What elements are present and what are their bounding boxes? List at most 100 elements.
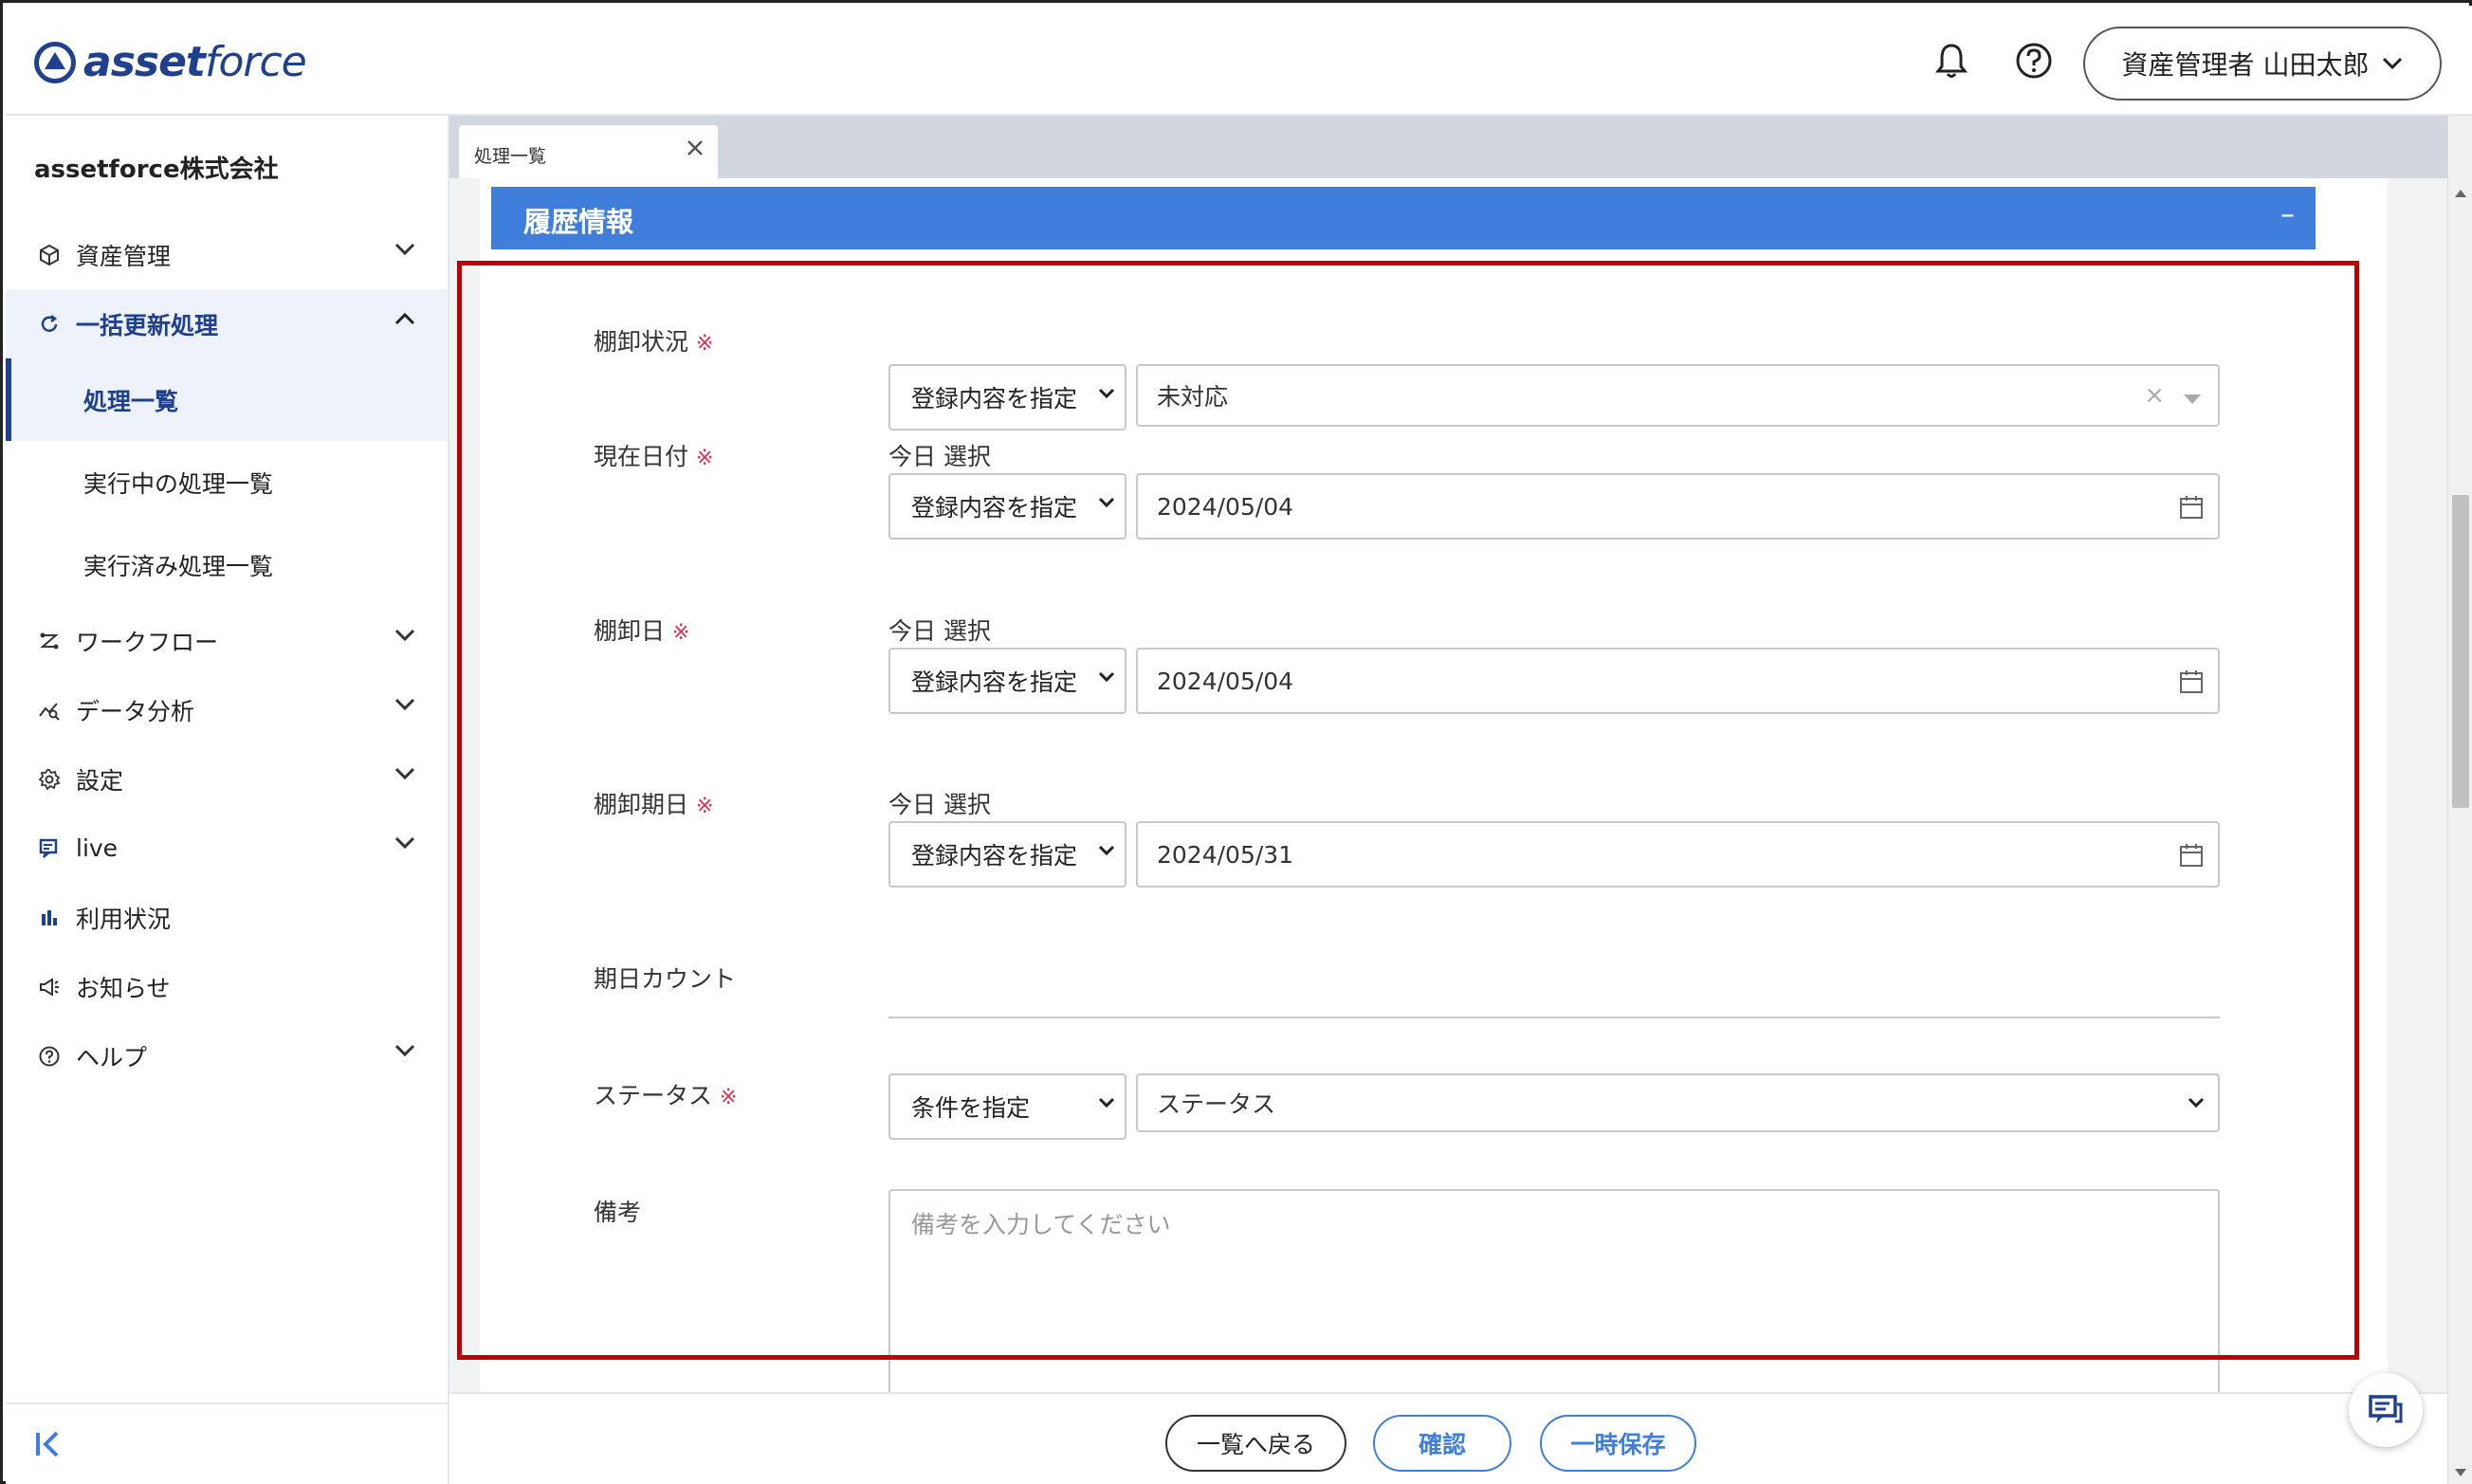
sidebar-item-live[interactable]: live	[6, 814, 448, 883]
sidebar-item-usage[interactable]: 利用状況	[6, 883, 448, 952]
gear-icon	[36, 766, 63, 793]
temporary-save-button[interactable]: 一時保存	[1540, 1415, 1696, 1472]
section-header-history: 履歴情報 –	[491, 187, 2316, 249]
label-text: 棚卸状況	[594, 328, 689, 356]
sidebar-item-label: 利用状況	[76, 905, 172, 933]
main-area: 処理一覧 履歴情報 – 棚卸状況 ※ 登録内容を指定 未対応 × 現在日付 ※ …	[449, 116, 2447, 1484]
workflow-icon	[36, 628, 63, 654]
today-select-links: 今日 選択	[888, 613, 991, 647]
chevron-up-icon	[394, 312, 415, 325]
sidebar-subitem-completed-list[interactable]: 実行済み処理一覧	[6, 523, 448, 606]
chat-icon	[2369, 1395, 2403, 1423]
chevron-down-icon	[1098, 388, 1115, 399]
sidebar-item-label: ヘルプ	[76, 1043, 148, 1072]
company-name: assetforce株式会社	[34, 156, 279, 184]
today-link[interactable]: 今日	[888, 617, 936, 645]
sidebar-item-asset-management[interactable]: 資産管理	[6, 220, 448, 289]
logo-mark-icon	[34, 41, 76, 83]
today-select-links: 今日 選択	[888, 438, 991, 472]
inventory-date-mode-select[interactable]: 登録内容を指定	[888, 648, 1126, 714]
inventory-date-input[interactable]: 2024/05/04	[1136, 648, 2220, 714]
sidebar: assetforce株式会社 資産管理 一括更新処理 処理一覧 実行中の処理一覧…	[6, 116, 449, 1484]
scroll-up-icon[interactable]	[2455, 190, 2466, 197]
calendar-icon[interactable]	[2178, 842, 2205, 869]
sidebar-item-news[interactable]: お知らせ	[6, 952, 448, 1021]
chevron-down-icon	[1098, 497, 1115, 508]
mode-select-value: 登録内容を指定	[911, 842, 1078, 870]
mode-select-value: 登録内容を指定	[911, 494, 1078, 522]
bar-chart-icon	[36, 905, 63, 931]
date-value: 2024/05/04	[1157, 492, 1294, 521]
scroll-down-icon[interactable]	[2455, 1469, 2466, 1476]
chevron-down-icon	[394, 836, 415, 850]
analytics-icon	[36, 697, 63, 724]
chevron-down-icon	[394, 629, 415, 642]
sidebar-item-data-analysis[interactable]: データ分析	[6, 675, 448, 744]
calendar-icon[interactable]	[2178, 669, 2205, 695]
clear-icon[interactable]: ×	[2144, 381, 2165, 410]
status-select[interactable]: ステータス	[1136, 1073, 2220, 1132]
field-label-inventory-due-date: 棚卸期日 ※	[594, 786, 713, 820]
logo-text: assetforce	[83, 38, 307, 86]
remarks-placeholder: 備考を入力してください	[911, 1211, 1171, 1238]
required-mark: ※	[720, 1086, 738, 1109]
mode-select-value: 登録内容を指定	[911, 385, 1078, 412]
today-select-links: 今日 選択	[888, 786, 991, 820]
status-mode-select[interactable]: 条件を指定	[888, 1073, 1126, 1140]
section-collapse-button[interactable]: –	[2280, 198, 2295, 231]
sidebar-subitem-process-list[interactable]: 処理一覧	[6, 358, 448, 441]
caret-down-icon	[2184, 394, 2201, 404]
today-link[interactable]: 今日	[888, 443, 936, 470]
bell-icon[interactable]	[1931, 40, 1972, 82]
tab-label: 処理一覧	[474, 146, 547, 167]
required-mark: ※	[696, 447, 714, 470]
help-icon	[36, 1043, 63, 1070]
select-value: 未対応	[1157, 383, 1229, 411]
sidebar-item-bulk-update[interactable]: 一括更新処理	[6, 289, 448, 358]
help-circle-icon[interactable]	[2013, 40, 2055, 82]
section-title: 履歴情報	[523, 206, 634, 238]
confirm-button[interactable]: 確認	[1373, 1415, 1511, 1472]
inventory-status-mode-select[interactable]: 登録内容を指定	[888, 364, 1126, 431]
select-link[interactable]: 選択	[943, 443, 991, 470]
inventory-status-select[interactable]: 未対応 ×	[1136, 364, 2220, 427]
live-icon	[36, 835, 63, 862]
collapse-sidebar-icon[interactable]	[34, 1429, 64, 1463]
user-menu-button[interactable]: 資産管理者 山田太郎	[2083, 27, 2442, 101]
sidebar-item-label: 設定	[76, 766, 124, 795]
today-link[interactable]: 今日	[888, 791, 936, 818]
tab-bar: 処理一覧	[449, 116, 2447, 178]
date-value: 2024/05/04	[1157, 667, 1294, 695]
mode-select-value: 条件を指定	[911, 1094, 1031, 1122]
assetforce-logo[interactable]: assetforce	[34, 38, 307, 86]
sidebar-subitem-running-list[interactable]: 実行中の処理一覧	[6, 441, 448, 523]
date-value: 2024/05/31	[1157, 840, 1294, 869]
scroll-thumb[interactable]	[2452, 495, 2469, 808]
sidebar-item-settings[interactable]: 設定	[6, 744, 448, 814]
remarks-textarea[interactable]: 備考を入力してください	[888, 1189, 2220, 1398]
select-link[interactable]: 選択	[943, 791, 991, 818]
label-text: 現在日付	[594, 443, 689, 470]
close-icon[interactable]	[686, 138, 705, 157]
current-date-mode-select[interactable]: 登録内容を指定	[888, 473, 1126, 540]
sidebar-item-label: データ分析	[76, 697, 195, 725]
chat-button[interactable]	[2349, 1373, 2423, 1447]
label-text: 棚卸日	[594, 617, 666, 645]
sidebar-item-label: 資産管理	[76, 242, 172, 270]
form-content: 履歴情報 – 棚卸状況 ※ 登録内容を指定 未対応 × 現在日付 ※ 今日 選択	[457, 178, 2388, 1398]
label-text: 棚卸期日	[594, 791, 689, 818]
sidebar-item-help[interactable]: ヘルプ	[6, 1021, 448, 1090]
tab-process-list[interactable]: 処理一覧	[459, 125, 718, 178]
inventory-due-date-mode-select[interactable]: 登録内容を指定	[888, 821, 1126, 888]
current-date-input[interactable]: 2024/05/04	[1136, 473, 2220, 540]
due-count-value-line	[888, 1017, 2220, 1018]
inventory-due-date-input[interactable]: 2024/05/31	[1136, 821, 2220, 888]
calendar-icon[interactable]	[2178, 494, 2205, 521]
back-to-list-button[interactable]: 一覧へ戻る	[1165, 1415, 1346, 1472]
sidebar-item-workflow[interactable]: ワークフロー	[6, 606, 448, 675]
page-scrollbar[interactable]	[2447, 116, 2472, 1484]
chevron-down-icon	[1098, 671, 1115, 683]
required-mark: ※	[672, 621, 690, 645]
select-link[interactable]: 選択	[943, 617, 991, 645]
sidebar-footer	[6, 1402, 448, 1484]
